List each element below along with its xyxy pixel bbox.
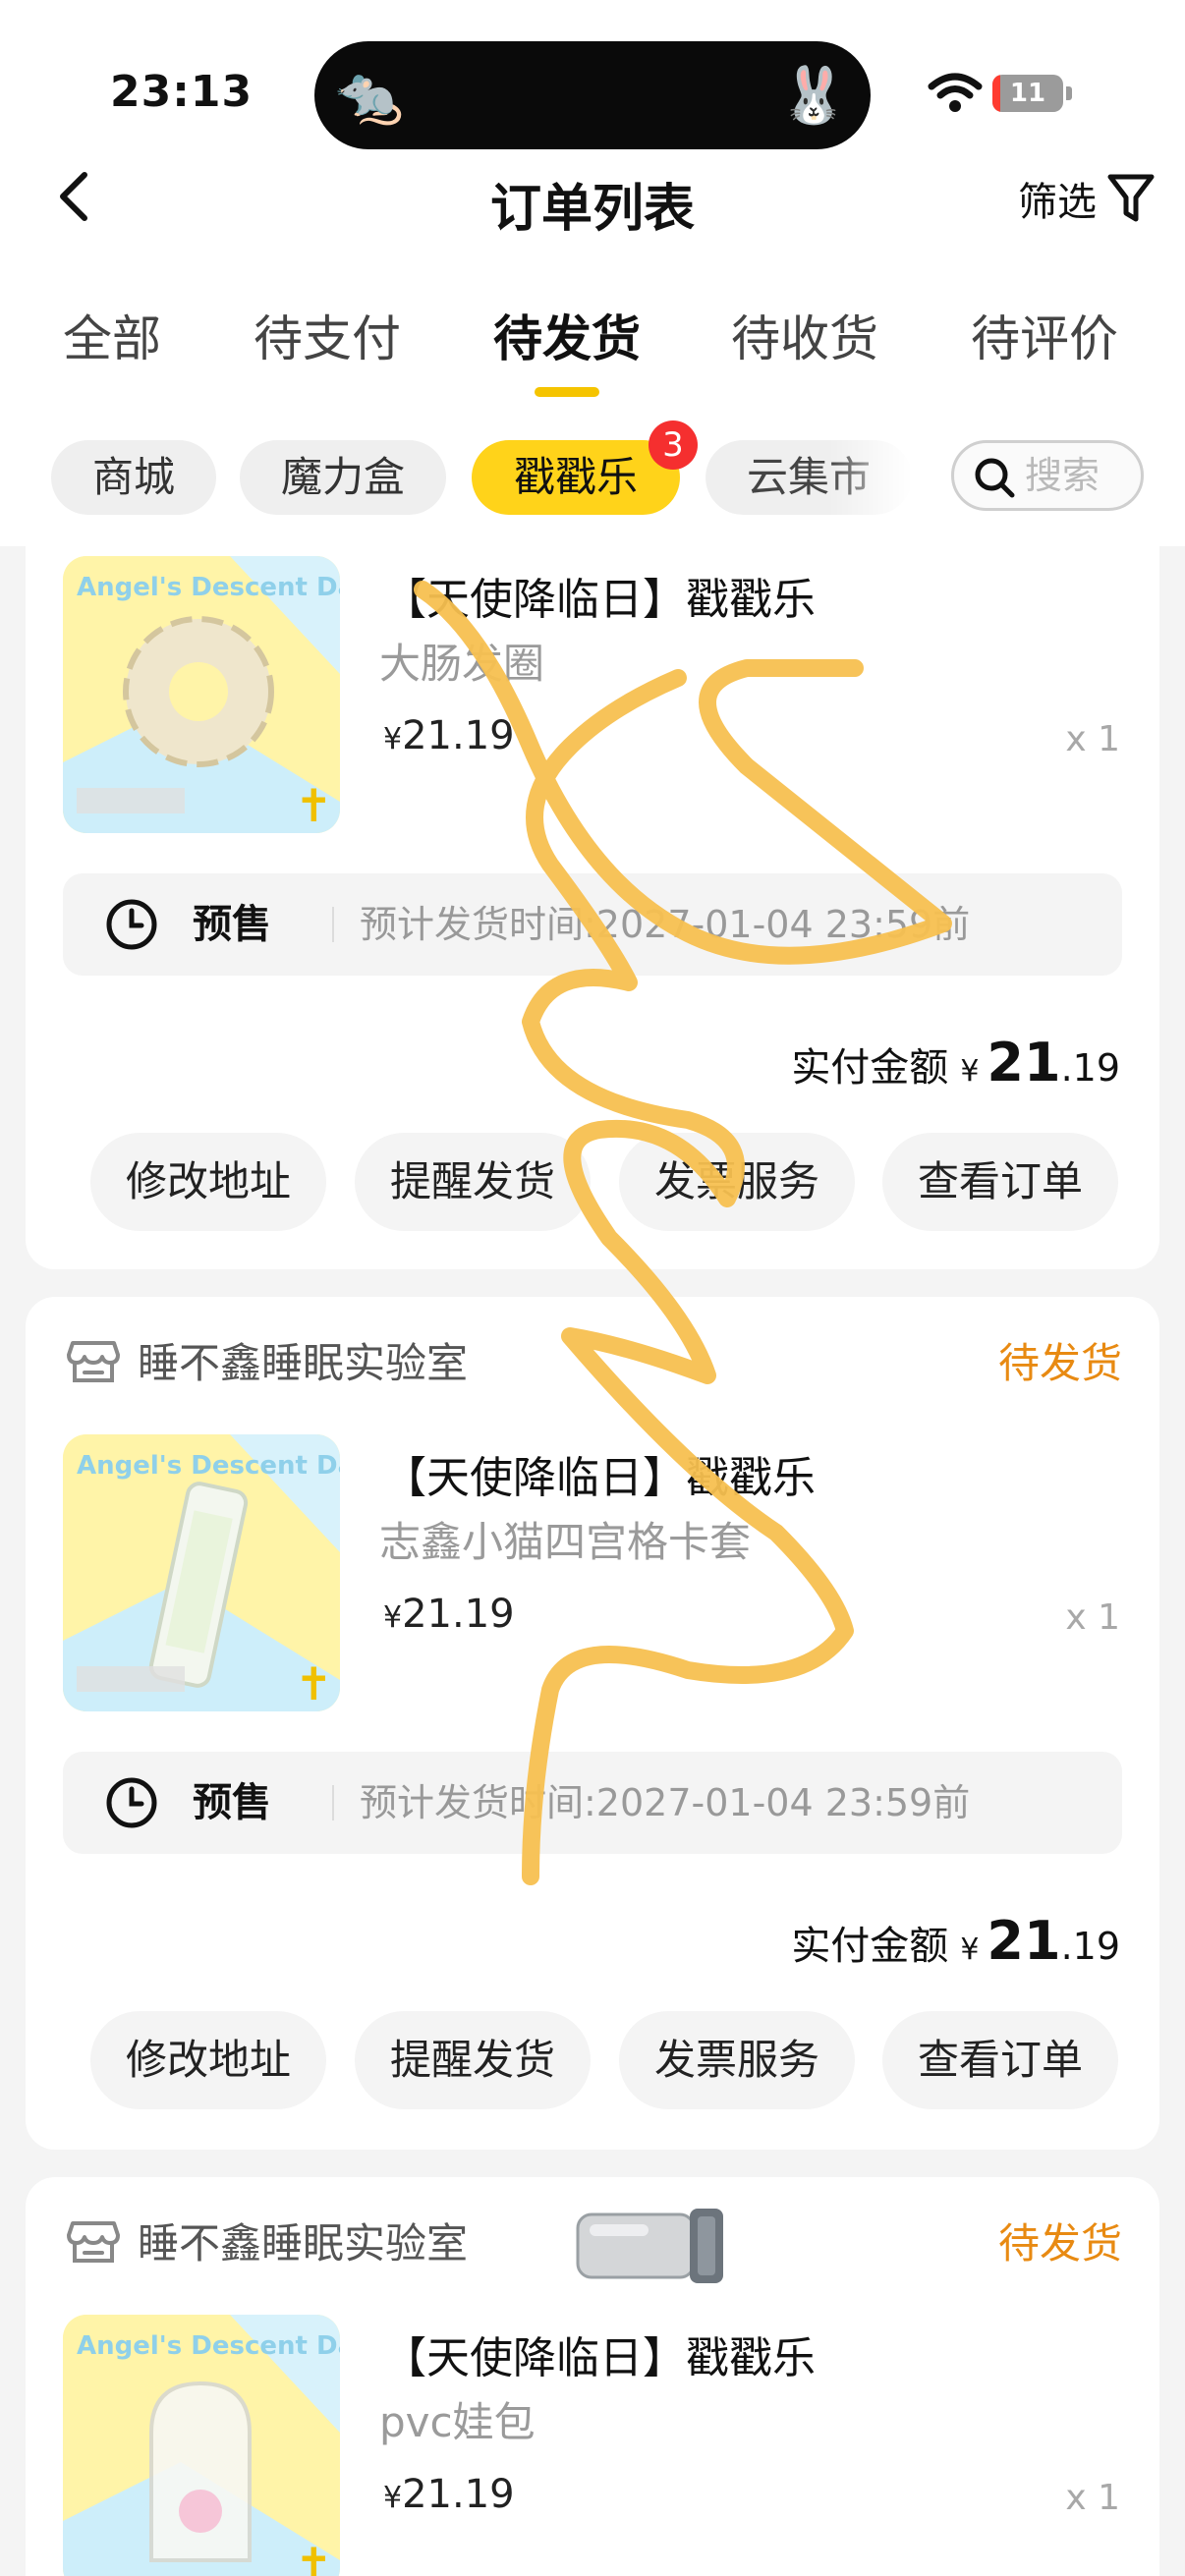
modify-address-button[interactable]: 修改地址 <box>90 1133 326 1231</box>
price-currency: ¥ <box>383 2481 403 2515</box>
card-sleeve-image: Angel's Descent Day ✝ <box>63 1434 340 1711</box>
scrunchie-image: Angel's Descent Day ✝ <box>63 556 340 833</box>
remind-shipping-button[interactable]: 提醒发货 <box>355 1133 591 1231</box>
tab-to-ship[interactable]: 待发货 <box>493 300 641 370</box>
modify-address-button[interactable]: 修改地址 <box>90 2011 326 2109</box>
svg-text:✝: ✝ <box>295 2538 333 2576</box>
product-thumbnail[interactable]: Angel's Descent Day ✝ <box>63 556 340 833</box>
tab-all[interactable]: 全部 <box>63 300 161 370</box>
divider <box>332 1785 334 1820</box>
shop-name[interactable]: 睡不鑫睡眠实验室 <box>65 1330 468 1390</box>
store-icon <box>67 1340 120 1382</box>
dynamic-island: 🐀 🐰 <box>314 41 871 149</box>
svg-text:✝: ✝ <box>295 779 333 832</box>
paid-decimal: .19 <box>1060 1046 1120 1090</box>
active-tab-indicator <box>535 387 599 397</box>
remind-shipping-button[interactable]: 提醒发货 <box>355 2011 591 2109</box>
page-title: 订单列表 <box>489 180 695 239</box>
chip-cloud-market[interactable]: 云集市 <box>705 440 912 515</box>
store-icon <box>67 2220 120 2263</box>
shop-label: 睡不鑫睡眠实验室 <box>138 1339 469 1387</box>
order-card[interactable]: Angel's Descent Day ✝ 【天使降临日】戳戳乐 大肠发圈 ¥2… <box>26 546 1159 1269</box>
wifi-icon <box>928 73 983 112</box>
paid-label: 实付金额 <box>791 1924 949 1969</box>
shop-label: 睡不鑫睡眠实验室 <box>138 2219 469 2268</box>
presale-label: 预售 <box>193 902 271 947</box>
product-quantity: x 1 <box>1065 2478 1120 2518</box>
battery-level: 11 <box>1009 79 1046 108</box>
price-value: 21.19 <box>402 1592 515 1637</box>
view-order-button[interactable]: 查看订单 <box>882 2011 1118 2109</box>
price-value: 21.19 <box>402 2472 515 2517</box>
tab-to-receive[interactable]: 待收货 <box>731 300 878 370</box>
search-input[interactable]: 搜索 <box>951 440 1144 511</box>
price-currency: ¥ <box>383 722 403 756</box>
product-thumbnail[interactable]: Angel's Descent Day ✝ <box>63 2315 340 2576</box>
product-variant: 大肠发圈 <box>379 640 545 688</box>
product-price: ¥21.19 <box>383 713 515 758</box>
search-icon <box>975 458 1015 498</box>
thumb-brand-text: Angel's Descent Day <box>77 573 340 602</box>
product-variant: pvc娃包 <box>379 2398 536 2446</box>
invoice-service-button[interactable]: 发票服务 <box>619 1133 855 1231</box>
paid-label: 实付金额 <box>791 1045 949 1091</box>
divider <box>332 907 334 942</box>
presale-label: 预售 <box>193 1780 271 1825</box>
clock-icon <box>106 899 157 950</box>
product-title: 【天使降临日】戳戳乐 <box>383 2333 816 2383</box>
paid-integer: 21 <box>987 1910 1061 1972</box>
product-thumbnail[interactable]: Angel's Descent Day ✝ <box>63 1434 340 1711</box>
paid-decimal: .19 <box>1060 1925 1120 1968</box>
thumb-brand-text: Angel's Descent Day <box>77 2331 340 2361</box>
chip-magic-box[interactable]: 魔力盒 <box>240 440 446 515</box>
filter-funnel-icon <box>1107 174 1155 222</box>
order-status-tabs: 全部 待支付 待发货 待收货 待评价 <box>0 300 1185 378</box>
paid-integer: 21 <box>987 1032 1061 1093</box>
shop-name[interactable]: 睡不鑫睡眠实验室 <box>65 2211 468 2270</box>
product-price: ¥21.19 <box>383 2472 515 2517</box>
price-value: 21.19 <box>402 713 515 758</box>
battery-icon: 11 <box>992 75 1063 112</box>
clock-icon <box>106 1777 157 1828</box>
order-status: 待发货 <box>997 1339 1122 1387</box>
product-variant: 志鑫小猫四宫格卡套 <box>379 1518 752 1566</box>
presale-info: 预售 预计发货时间:2027-01-04 23:59前 <box>63 1752 1122 1854</box>
paid-amount: 实付金额 ¥21.19 <box>791 1910 1120 1972</box>
chip-mall[interactable]: 商城 <box>51 440 216 515</box>
view-order-button[interactable]: 查看订单 <box>882 1133 1118 1231</box>
order-status: 待发货 <box>997 2219 1122 2268</box>
product-price: ¥21.19 <box>383 1592 515 1637</box>
thumb-brand-text: Angel's Descent Day <box>77 1451 340 1481</box>
mouse-icon: 🐀 <box>335 64 404 128</box>
invoice-service-button[interactable]: 发票服务 <box>619 2011 855 2109</box>
filter-label: 筛选 <box>1018 180 1097 225</box>
pvc-bag-image: Angel's Descent Day ✝ <box>63 2315 340 2576</box>
order-card[interactable]: 睡不鑫睡眠实验室 待发货 Angel's Descent Day ✝ 【天使降临… <box>26 1297 1159 2150</box>
bottle-sticker-icon <box>576 2209 723 2283</box>
paid-amount: 实付金额 ¥21.19 <box>791 1032 1120 1093</box>
tab-to-review[interactable]: 待评价 <box>971 300 1118 370</box>
battery-tip <box>1066 86 1072 100</box>
product-quantity: x 1 <box>1065 719 1120 759</box>
presale-info: 预售 预计发货时间:2027-01-04 23:59前 <box>63 873 1122 976</box>
product-title: 【天使降临日】戳戳乐 <box>383 575 816 625</box>
search-placeholder: 搜索 <box>1025 454 1100 497</box>
tab-to-pay[interactable]: 待支付 <box>254 300 401 370</box>
paid-currency: ¥ <box>960 1932 980 1967</box>
svg-text:✝: ✝ <box>295 1657 333 1710</box>
status-time: 23:13 <box>110 67 254 117</box>
rabbit-icon: 🐰 <box>779 64 848 128</box>
estimated-ship-time: 预计发货时间:2027-01-04 23:59前 <box>360 903 971 946</box>
paid-currency: ¥ <box>960 1054 980 1089</box>
filter-button[interactable]: 筛选 <box>1018 169 1156 228</box>
chip-badge: 3 <box>649 420 698 470</box>
product-title: 【天使降临日】戳戳乐 <box>383 1453 816 1503</box>
estimated-ship-time: 预计发货时间:2027-01-04 23:59前 <box>360 1781 971 1824</box>
product-quantity: x 1 <box>1065 1597 1120 1638</box>
price-currency: ¥ <box>383 1600 403 1635</box>
